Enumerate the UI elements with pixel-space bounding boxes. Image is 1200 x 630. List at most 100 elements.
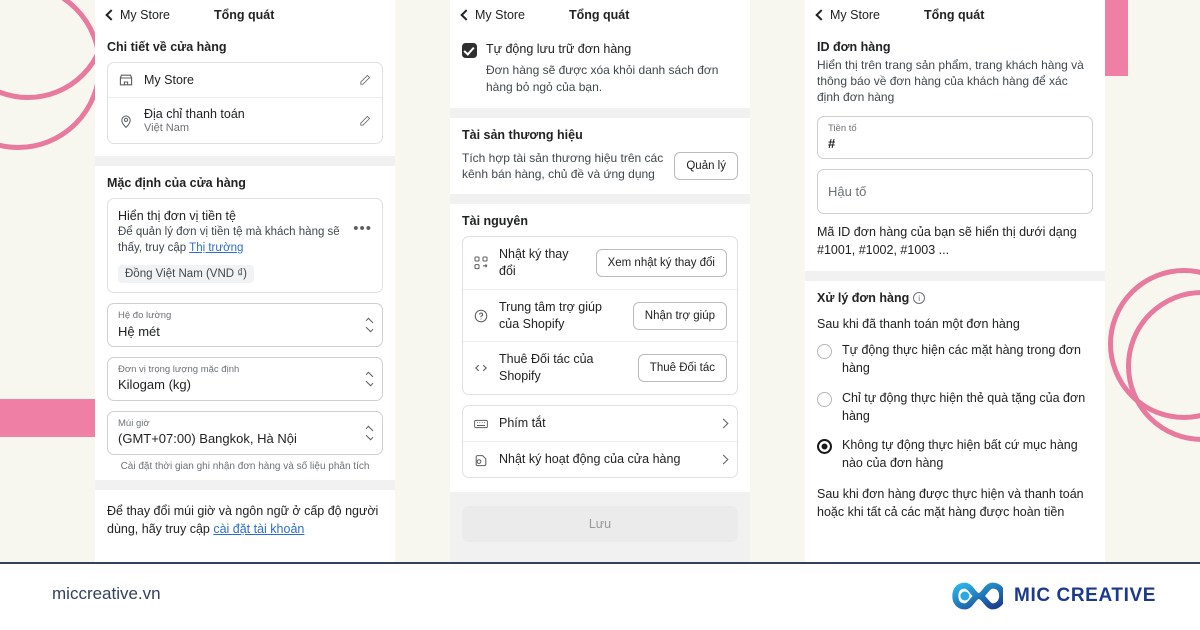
- panel3-title: Tổng quát: [924, 8, 985, 22]
- auto-archive-section: Tự động lưu trữ đơn hàng Đơn hàng sẽ đượ…: [450, 30, 750, 108]
- order-suffix-placeholder: Hậu tố: [828, 184, 867, 200]
- resources-section: Tài nguyên Nhật ký thay đổi Xem nhật ký …: [450, 213, 750, 492]
- section-divider: [95, 156, 395, 166]
- timezone-label: Múi giờ: [118, 417, 150, 429]
- order-processing-heading-text: Xử lý đơn hàng: [817, 291, 910, 306]
- brand-assets-heading: Tài sản thương hiệu: [462, 127, 583, 142]
- chevron-left-icon: [460, 9, 472, 21]
- order-processing-option-3-label: Không tự động thực hiện bất cứ mục hàng …: [842, 438, 1078, 471]
- order-id-help-text: Mã ID đơn hàng của bạn sẽ hiển thị dưới …: [817, 225, 1077, 258]
- help-center-row[interactable]: Trung tâm trợ giúp của Shopify Nhận trợ …: [463, 288, 737, 342]
- resources-card: Nhật ký thay đổi Xem nhật ký thay đổi Tr…: [462, 235, 738, 396]
- edit-icon[interactable]: [358, 73, 372, 87]
- code-icon: [473, 360, 489, 376]
- panel2-back-label: My Store: [475, 8, 526, 22]
- activity-log-icon: [473, 452, 489, 468]
- panel1-title: Tổng quát: [214, 8, 275, 22]
- timezone-help-text: Cài đặt thời gian ghi nhận đơn hàng và s…: [120, 460, 370, 472]
- order-processing-heading: Xử lý đơn hàng i: [817, 291, 1093, 305]
- timezone-account-note: Để thay đổi múi giờ và ngôn ngữ ở cấp độ…: [95, 489, 395, 539]
- radio-checked-icon[interactable]: [817, 439, 832, 455]
- order-id-section: ID đơn hàng Hiển thị trên trang sản phẩm…: [805, 40, 1105, 272]
- chevron-updown-icon: [365, 317, 374, 333]
- currency-title: Hiển thị đơn vị tiền tệ: [118, 209, 236, 223]
- unit-system-select[interactable]: Hệ đo lường Hệ mét: [107, 303, 383, 348]
- order-processing-option-1[interactable]: Tự động thực hiện các mặt hàng trong đơn…: [817, 333, 1093, 381]
- settings-panel-resources: My Store Tổng quát Tự động lưu trữ đơn h…: [450, 0, 750, 562]
- timezone-select[interactable]: Múi giờ (GMT+07:00) Bangkok, Hà Nội: [107, 410, 383, 455]
- order-processing-section: Xử lý đơn hàng i Sau khi đã thanh toán mộ…: [805, 291, 1105, 522]
- section-divider: [450, 107, 750, 118]
- panel3-back-label: My Store: [830, 8, 881, 22]
- chevron-right-icon: [718, 454, 729, 465]
- brand-assets-description: Tích hợp tài sản thương hiệu trên các kê…: [462, 150, 664, 181]
- auto-archive-label: Tự động lưu trữ đơn hàng: [486, 42, 632, 56]
- info-icon[interactable]: i: [913, 292, 926, 305]
- hire-partner-row[interactable]: Thuê Đối tác của Shopify Thuê Đối tác: [463, 341, 737, 394]
- changelog-row[interactable]: Nhật ký thay đổi Xem nhật ký thay đổi: [463, 237, 737, 289]
- panel1-back-button[interactable]: My Store: [105, 8, 171, 22]
- footer-website-url[interactable]: miccreative.vn: [52, 584, 161, 604]
- radio-unchecked-icon[interactable]: [817, 391, 832, 407]
- store-name-row[interactable]: My Store: [108, 63, 382, 97]
- edit-icon[interactable]: [358, 114, 372, 128]
- unit-system-value: Hệ mét: [118, 323, 160, 339]
- panel3-back-button[interactable]: My Store: [815, 8, 881, 22]
- brand-name-label: MIC CREATIVE: [1014, 585, 1156, 606]
- panel2-title: Tổng quát: [569, 8, 630, 22]
- order-id-description: Hiển thị trên trang sản phẩm, trang khác…: [817, 58, 1084, 105]
- market-link[interactable]: Thị trường: [189, 242, 243, 254]
- save-button[interactable]: Lưu: [462, 505, 738, 542]
- hire-partner-button[interactable]: Thuê Đối tác: [637, 354, 727, 383]
- panel2-topbar: My Store Tổng quát: [450, 0, 750, 30]
- order-prefix-label: Tiền tố: [828, 122, 857, 134]
- keyboard-shortcuts-row[interactable]: Phím tắt: [463, 406, 737, 441]
- order-suffix-input[interactable]: Hậu tố: [817, 169, 1093, 214]
- order-processing-option-1-label: Tự động thực hiện các mặt hàng trong đơn…: [842, 343, 1081, 376]
- default-weight-unit-select[interactable]: Đơn vị trọng lượng mặc định Kilogam (kg): [107, 357, 383, 401]
- currency-card: Hiển thị đơn vị tiền tệ Để quản lý đơn v…: [107, 198, 383, 294]
- panel1-back-label: My Store: [120, 8, 171, 22]
- billing-address-label: Địa chỉ thanh toán: [144, 107, 245, 121]
- changelog-label: Nhật ký thay đổi: [499, 246, 569, 278]
- radio-unchecked-icon[interactable]: [817, 344, 832, 360]
- store-name-label: My Store: [144, 73, 195, 87]
- panel2-footer-area: Lưu: [450, 491, 750, 562]
- account-settings-link[interactable]: cài đặt tài khoản: [213, 522, 304, 536]
- infinity-logo-icon: [951, 581, 1006, 611]
- panel3-topbar: My Store Tổng quát: [805, 0, 1105, 30]
- timezone-value: (GMT+07:00) Bangkok, Hà Nội: [118, 431, 297, 447]
- manage-brand-assets-button[interactable]: Quản lý: [674, 151, 738, 180]
- chevron-left-icon: [815, 9, 827, 21]
- store-defaults-heading: Mặc định của cửa hàng: [107, 176, 246, 190]
- currency-chip: Đồng Việt Nam (VND ₫): [118, 265, 255, 284]
- keyboard-shortcuts-label: Phím tắt: [499, 416, 546, 431]
- order-processing-trailing-text: Sau khi đơn hàng được thực hiện và thanh…: [817, 486, 1084, 519]
- resources-heading: Tài nguyên: [462, 213, 528, 228]
- settings-panel-general-store: My Store Tổng quát Chi tiết về cửa hàng …: [95, 0, 395, 562]
- section-divider: [450, 193, 750, 204]
- billing-address-row[interactable]: Địa chỉ thanh toán Việt Nam: [108, 97, 382, 143]
- auto-archive-description: Đơn hàng sẽ được xóa khỏi danh sách đơn …: [486, 63, 719, 94]
- section-divider: [95, 479, 395, 490]
- unit-system-label: Hệ đo lường: [118, 310, 172, 322]
- store-activity-log-row[interactable]: Nhật ký hoạt động của cửa hàng: [463, 441, 737, 477]
- chevron-left-icon: [105, 9, 117, 21]
- default-weight-unit-value: Kilogam (kg): [118, 377, 191, 393]
- auto-archive-checkbox-row[interactable]: Tự động lưu trữ đơn hàng: [462, 30, 738, 60]
- store-details-section: Chi tiết về cửa hàng My Store Địa chỉ th…: [95, 40, 395, 156]
- order-processing-option-3[interactable]: Không tự động thực hiện bất cứ mục hàng …: [817, 428, 1093, 476]
- order-prefix-input[interactable]: Tiền tố #: [817, 115, 1093, 160]
- order-processing-option-2[interactable]: Chỉ tự động thực hiện thẻ quà tặng của đ…: [817, 381, 1093, 429]
- get-help-button[interactable]: Nhận trợ giúp: [632, 301, 727, 330]
- panel2-back-button[interactable]: My Store: [460, 8, 526, 22]
- store-details-card: My Store Địa chỉ thanh toán Việt Nam: [107, 62, 383, 144]
- more-options-icon[interactable]: •••: [353, 209, 372, 236]
- keyboard-icon: [473, 416, 489, 432]
- section-divider: [805, 271, 1105, 282]
- view-changelog-button[interactable]: Xem nhật ký thay đổi: [595, 248, 727, 277]
- chevron-right-icon: [718, 418, 729, 429]
- brand-assets-section: Tài sản thương hiệu Tích hợp tài sản thư…: [450, 127, 750, 194]
- checkbox-checked-icon[interactable]: [462, 43, 477, 58]
- default-weight-unit-label: Đơn vị trọng lượng mặc định: [118, 364, 240, 376]
